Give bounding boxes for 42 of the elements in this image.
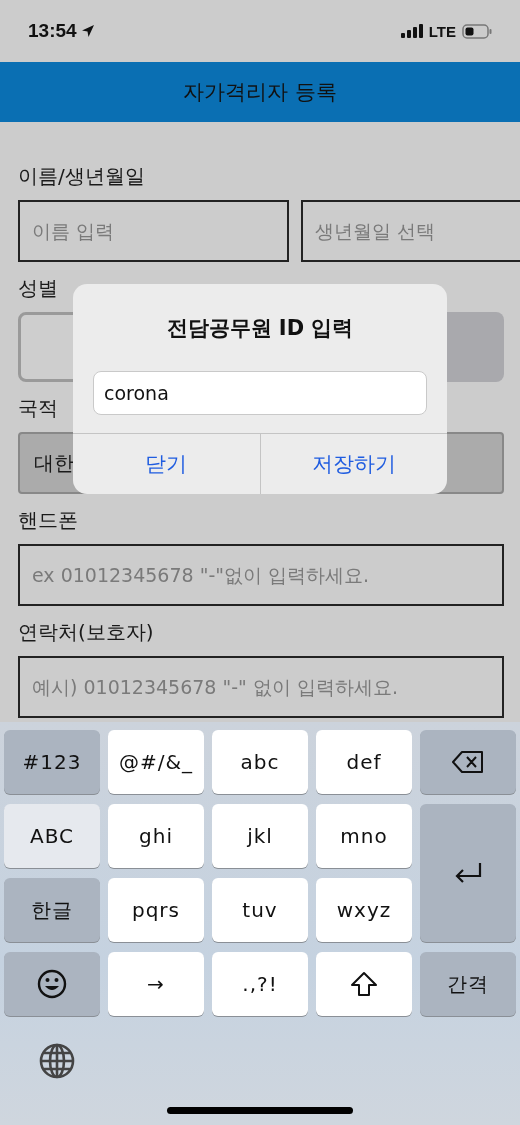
keyboard-key[interactable]: @#/&_ — [108, 730, 204, 794]
page-title: 자가격리자 등록 — [183, 79, 337, 106]
field-label: 국적 — [18, 396, 58, 420]
dialog-button[interactable]: 저장하기 — [259, 434, 447, 494]
dialog-title: 전담공무원 ID 입력 — [165, 315, 355, 342]
id-input-field[interactable]: corona — [93, 371, 427, 415]
keyboard-key[interactable] — [4, 952, 100, 1016]
location-icon — [80, 24, 95, 38]
keyboard-key[interactable]: pqrs — [108, 878, 204, 942]
keyboard-key[interactable]: → — [108, 952, 204, 1016]
text-field[interactable]: 이름 입력 — [18, 200, 289, 262]
keyboard-key[interactable]: def — [316, 730, 412, 794]
return-icon — [454, 862, 482, 884]
text-field[interactable]: 예시) 01012345678 "-" 없이 입력하세요. — [18, 656, 504, 718]
shift-icon — [350, 971, 378, 997]
field-label: 연락처(보호자) — [18, 620, 154, 644]
network-label: LTE — [428, 22, 456, 40]
field-label: 성별 — [18, 276, 58, 300]
globe-icon[interactable] — [38, 1042, 76, 1080]
backspace-icon — [452, 751, 484, 773]
smiley-icon — [37, 969, 67, 999]
keyboard-key[interactable]: mno — [316, 804, 412, 868]
keyboard-key[interactable]: .,?! — [212, 952, 308, 1016]
keyboard-key[interactable] — [316, 952, 412, 1016]
field-label: 핸드폰 — [18, 508, 78, 532]
keyboard-key[interactable]: abc — [212, 730, 308, 794]
text-field[interactable]: 생년월일 선택 — [301, 200, 520, 262]
field-label: 이름/생년월일 — [18, 164, 145, 188]
dialog-button[interactable]: 닫기 — [73, 434, 260, 494]
battery-icon — [462, 23, 492, 39]
keyboard-key[interactable]: 간격 — [420, 952, 516, 1016]
clock-time: 13:54 — [28, 20, 77, 42]
signal-icon — [400, 24, 423, 38]
keyboard-key[interactable]: jkl — [212, 804, 308, 868]
keyboard-key[interactable]: ghi — [108, 804, 204, 868]
keyboard-key[interactable]: #123 — [4, 730, 100, 794]
keyboard-key[interactable]: wxyz — [316, 878, 412, 942]
keyboard-key[interactable]: ABC — [4, 804, 100, 868]
text-field[interactable]: ex 01012345678 "-"없이 입력하세요. — [18, 544, 504, 606]
keyboard-key[interactable]: 한글 — [4, 878, 100, 942]
keyboard-key[interactable] — [420, 730, 516, 794]
keyboard-key[interactable]: tuv — [212, 878, 308, 942]
